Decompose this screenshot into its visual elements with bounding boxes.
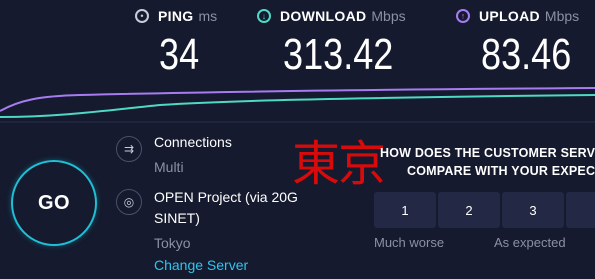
rating-button-2[interactable]: 2 <box>438 192 500 228</box>
survey-question-line1: HOW DOES THE CUSTOMER SERV <box>380 146 595 160</box>
scale-label-low: Much worse <box>374 235 445 250</box>
ping-value: 34 <box>159 30 200 79</box>
ping-icon: • <box>135 9 149 23</box>
scale-label-mid: As expected <box>494 235 566 250</box>
change-server-link[interactable]: Change Server <box>154 257 248 273</box>
rating-button-1[interactable]: 1 <box>374 192 436 228</box>
download-graph-line <box>0 94 595 118</box>
connections-title: Connections <box>154 134 232 150</box>
globe-icon: ◎ <box>116 189 142 215</box>
connections-mode[interactable]: Multi <box>154 159 184 175</box>
rating-button-3[interactable]: 3 <box>502 192 564 228</box>
survey-question-line2: COMPARE WITH YOUR EXPEC <box>407 164 595 178</box>
go-button[interactable]: GO <box>11 160 97 246</box>
download-label: DOWNLOAD <box>280 8 367 24</box>
download-header: ↓ DOWNLOAD Mbps <box>257 6 406 26</box>
ping-label: PING <box>158 8 194 24</box>
download-value: 313.42 <box>283 30 394 79</box>
ping-unit: ms <box>198 8 218 24</box>
connections-icon: ⇉ <box>116 136 142 162</box>
upload-unit: Mbps <box>544 8 580 24</box>
rating-button-4[interactable] <box>566 192 595 228</box>
upload-value: 83.46 <box>481 30 572 79</box>
server-name-line1: OPEN Project (via 20G <box>154 189 298 205</box>
server-location: Tokyo <box>154 235 191 251</box>
tokyo-stamp: 東京 <box>292 136 386 192</box>
speed-graph <box>0 87 595 123</box>
upload-label: UPLOAD <box>479 8 540 24</box>
upload-header: ↑ UPLOAD Mbps <box>456 6 579 26</box>
download-arrow-icon: ↓ <box>257 9 271 23</box>
ping-header: • PING ms <box>135 6 217 26</box>
go-button-label: GO <box>37 191 71 214</box>
download-unit: Mbps <box>371 8 406 24</box>
upload-arrow-icon: ↑ <box>456 9 470 23</box>
server-name-line2: SINET) <box>154 210 200 226</box>
